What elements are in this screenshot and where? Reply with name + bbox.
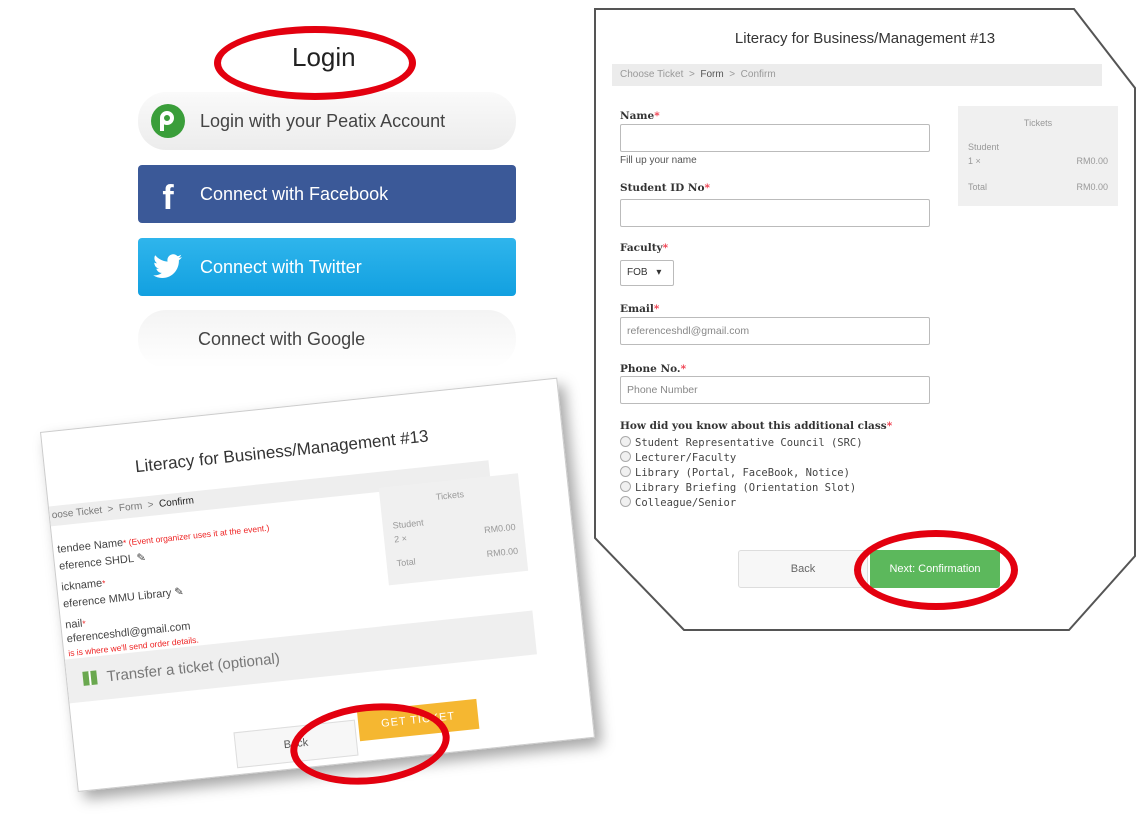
how-option-radio[interactable]: Library (Portal, FaceBook, Notice): [620, 466, 850, 479]
confirm-event-title: Literacy for Business/Management #13: [134, 426, 430, 477]
step-form: Form: [700, 69, 724, 80]
name-help-text: Fill up your name: [620, 155, 697, 166]
email-label: nail*: [64, 617, 87, 632]
student-id-field[interactable]: [620, 199, 930, 227]
ticket-total-label: Total: [396, 556, 417, 569]
step-separator: >: [688, 69, 695, 80]
login-panel: Login Login with your Peatix Account f C…: [132, 18, 522, 378]
registration-form-card: Literacy for Business/Management #13 Cho…: [594, 8, 1136, 631]
attendee-label-row: tendee Name* (Event organizer uses it at…: [56, 522, 270, 556]
phone-label: Phone No.*: [620, 363, 687, 375]
tickets-header: Tickets: [1023, 118, 1053, 128]
facebook-connect-button[interactable]: f Connect with Facebook: [138, 165, 516, 223]
ticket-total-label: Total: [968, 182, 988, 192]
get-ticket-button[interactable]: GET TICKET: [356, 698, 480, 742]
confirm-tickets-summary: Tickets Student 2 × RM0.00 Total RM0.00: [378, 473, 529, 586]
step-choose-ticket[interactable]: Choose Ticket: [620, 69, 683, 80]
email-field[interactable]: referenceshdl@gmail.com: [620, 317, 930, 345]
confirm-back-button[interactable]: Back: [233, 719, 359, 769]
how-option-radio[interactable]: Lecturer/Faculty: [620, 451, 736, 464]
how-option-radio[interactable]: Library Briefing (Orientation Slot): [620, 481, 856, 494]
ticket-item-name: Student: [392, 517, 425, 531]
peatix-login-label: Login with your Peatix Account: [200, 110, 446, 131]
ticket-item-price: RM0.00: [483, 521, 517, 536]
google-connect-button[interactable]: Connect with Google: [138, 310, 516, 368]
transfer-ticket-toggle[interactable]: Transfer a ticket (optional): [64, 610, 537, 704]
form-breadcrumb: Choose Ticket > Form > Confirm: [612, 64, 1102, 86]
peatix-logo-icon: [146, 99, 190, 143]
email-label: Email*: [620, 303, 660, 315]
step-form[interactable]: Form: [118, 501, 142, 514]
peatix-login-button[interactable]: Login with your Peatix Account: [138, 92, 516, 150]
phone-field[interactable]: Phone Number: [620, 376, 930, 404]
ticket-item-qty: 2 ×: [393, 533, 408, 545]
faculty-label: Faculty*: [620, 242, 669, 254]
back-button[interactable]: Back: [738, 550, 868, 588]
ticket-item-qty: 1 ×: [968, 156, 981, 166]
step-confirm: Confirm: [740, 69, 776, 80]
next-confirmation-button[interactable]: Next: Confirmation: [870, 550, 1000, 588]
chevron-down-icon: ▾: [656, 267, 662, 278]
tickets-summary: Tickets Student 1 × RM0.00 Total RM0.00: [958, 106, 1118, 206]
student-id-label: Student ID No*: [620, 182, 711, 194]
name-field[interactable]: [620, 124, 930, 152]
step-choose-ticket[interactable]: oose Ticket: [51, 505, 102, 521]
how-option-radio[interactable]: Colleague/Senior: [620, 496, 736, 509]
nickname-label: ickname*: [60, 577, 106, 594]
how-option-radio[interactable]: Student Representative Council (SRC): [620, 436, 863, 449]
twitter-connect-button[interactable]: Connect with Twitter: [138, 238, 516, 296]
faculty-select[interactable]: FOB ▾: [620, 260, 674, 286]
ticket-total-value: RM0.00: [1076, 182, 1108, 192]
login-title: Login: [292, 42, 356, 72]
name-label: Name*: [620, 110, 660, 122]
step-confirm: Confirm: [158, 495, 195, 510]
transfer-ticket-label: Transfer a ticket (optional): [106, 650, 281, 686]
twitter-bird-icon: [146, 245, 190, 289]
facebook-icon: f: [162, 179, 174, 217]
twitter-connect-label: Connect with Twitter: [200, 256, 362, 277]
google-connect-label: Connect with Google: [198, 328, 366, 349]
facebook-connect-label: Connect with Facebook: [200, 183, 389, 204]
how-know-label: How did you know about this additional c…: [620, 420, 893, 432]
step-separator: >: [107, 503, 115, 516]
pencil-icon[interactable]: ✎: [174, 586, 184, 599]
ticket-item-name: Student: [968, 142, 1000, 152]
confirmation-card: Literacy for Business/Management #13 oos…: [40, 377, 595, 793]
form-event-title: Literacy for Business/Management #13: [734, 30, 996, 47]
gift-icon: [82, 670, 98, 686]
ticket-total-value: RM0.00: [486, 545, 519, 559]
step-separator: >: [147, 499, 155, 512]
ticket-item-price: RM0.00: [1076, 156, 1108, 166]
pencil-icon[interactable]: ✎: [136, 552, 146, 565]
step-separator: >: [729, 69, 736, 80]
